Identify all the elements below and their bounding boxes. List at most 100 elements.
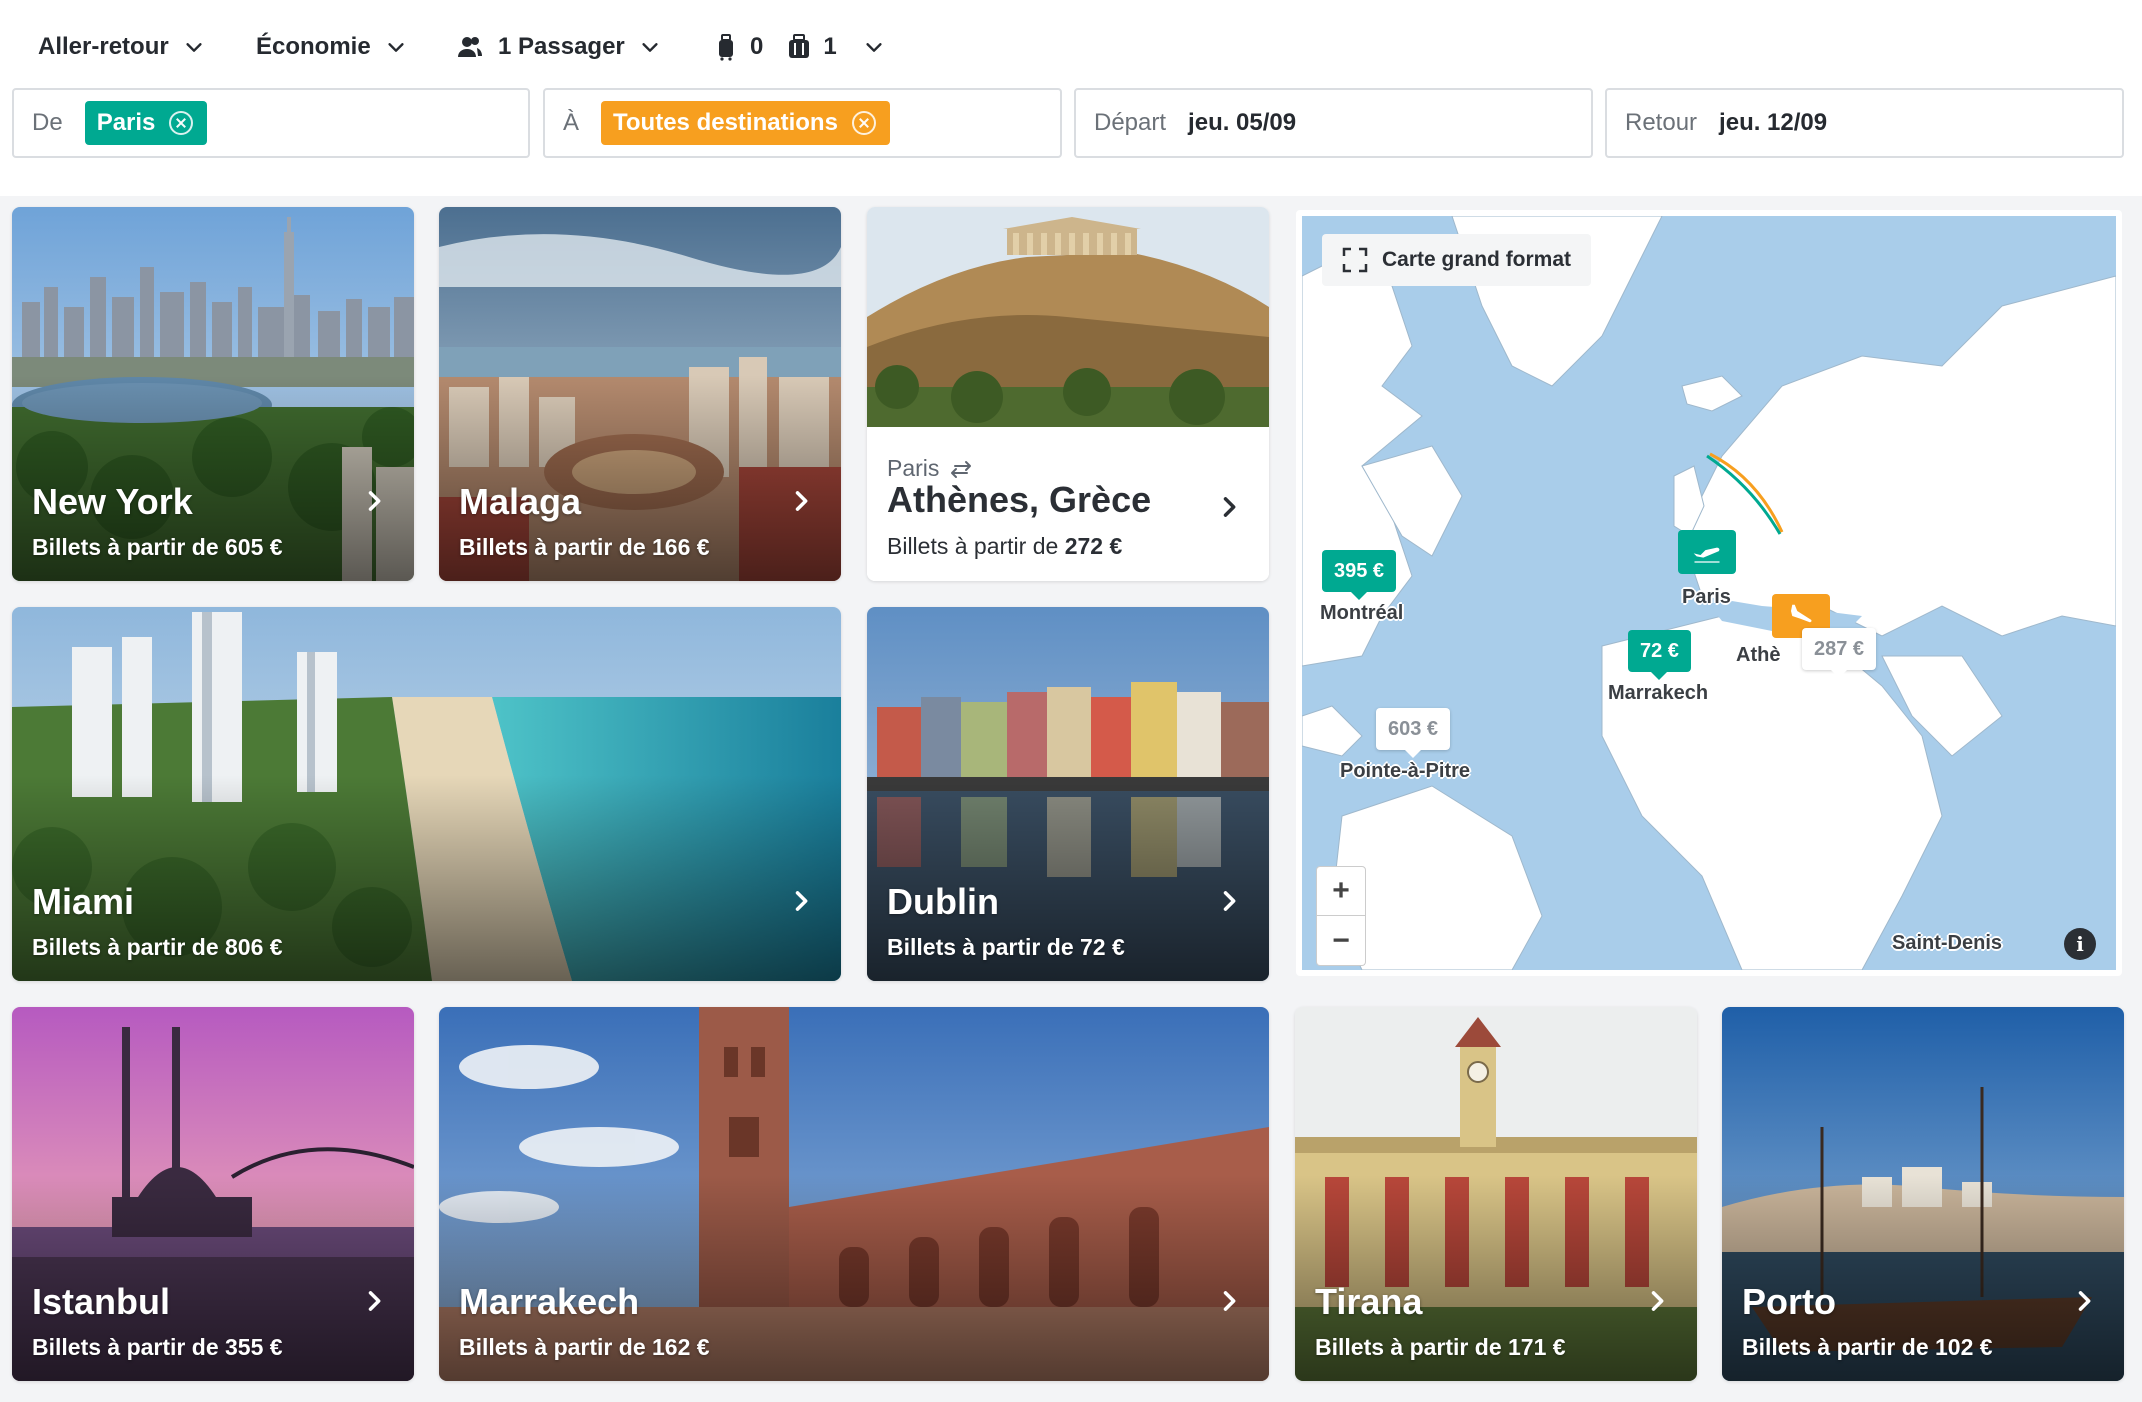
price-value: 162 € (652, 1334, 710, 1360)
baggage-dropdown[interactable]: 0 1 (712, 24, 885, 70)
map-pin-marrakech[interactable]: 72 € (1628, 630, 1691, 672)
cabin-bag-count: 0 (750, 33, 764, 60)
price-prefix: Billets à partir de (32, 1334, 219, 1360)
checked-bag-icon (789, 34, 810, 58)
trip-type-label: Aller-retour (38, 33, 169, 60)
price-prefix: Billets à partir de (32, 534, 219, 560)
price-value: 72 € (1080, 934, 1125, 960)
price-prefix: Billets à partir de (1315, 1334, 1502, 1360)
map-pin-athens[interactable]: 287 € (1802, 628, 1877, 670)
expand-icon (1342, 247, 1368, 273)
price-prefix: Billets à partir de (887, 934, 1074, 960)
destination-chip[interactable]: Toutes destinations (601, 101, 890, 145)
price-prefix: Billets à partir de (887, 533, 1059, 559)
card-price: Billets à partir de 72 € (887, 934, 1125, 961)
chevron-right-icon (1223, 1291, 1236, 1311)
pin-price: 603 € (1388, 717, 1439, 740)
return-label: Retour (1625, 109, 1698, 136)
chevron-down-icon (388, 43, 404, 52)
athens-photo (867, 207, 1269, 427)
destination-card-athens[interactable]: Paris Athènes, Grèce Billets à partir de… (867, 207, 1269, 581)
swap-arrows-icon (951, 460, 972, 478)
remove-destination-icon[interactable] (851, 111, 876, 135)
card-city: Tirana (1315, 1281, 1423, 1322)
remove-origin-icon[interactable] (169, 111, 194, 135)
cabin-bag-icon (719, 34, 733, 61)
map-departure-airport[interactable] (1678, 530, 1736, 574)
cabin-class-label: Économie (256, 33, 371, 60)
price-value: 272 € (1064, 533, 1123, 559)
chevron-right-icon (1223, 891, 1236, 911)
chevron-right-icon (795, 891, 808, 911)
origin-chip[interactable]: Paris (84, 101, 208, 145)
destination-card-porto[interactable]: Porto Billets à partir de 102 € (1722, 1007, 2124, 1381)
card-city: Malaga (459, 481, 582, 522)
chevron-down-icon (186, 43, 202, 52)
zoom-in-button[interactable]: + (1316, 866, 1366, 916)
fullscreen-map-button[interactable]: Carte grand format (1322, 234, 1592, 286)
price-value: 605 € (225, 534, 283, 560)
chevron-right-icon (368, 1291, 381, 1311)
departure-date-field[interactable]: Départ jeu. 05/09 (1074, 88, 1593, 158)
info-icon: i (2076, 932, 2084, 956)
pin-price: 72 € (1640, 639, 1679, 662)
destinations-map[interactable]: Carte grand format 395 € Montréal Paris … (1296, 210, 2122, 976)
passengers-label: 1 Passager (498, 33, 625, 60)
chevron-right-icon (2078, 1291, 2091, 1311)
card-origin: Paris (887, 455, 973, 482)
card-city: New York (32, 481, 193, 522)
card-price: Billets à partir de 162 € (459, 1334, 710, 1361)
price-value: 171 € (1508, 1334, 1566, 1360)
map-pin-montreal[interactable]: 395 € (1322, 550, 1397, 592)
card-price: Billets à partir de 605 € (32, 534, 283, 561)
map-label-montreal: Montréal (1320, 602, 1404, 624)
destination-card-miami[interactable]: Miami Billets à partir de 806 € (12, 607, 841, 981)
map-info-button[interactable]: i (2064, 928, 2096, 960)
plane-takeoff-icon (1693, 547, 1720, 563)
card-price: Billets à partir de 806 € (32, 934, 283, 961)
chevron-down-icon (642, 43, 658, 52)
price-value: 166 € (652, 534, 710, 560)
trip-type-dropdown[interactable]: Aller-retour (38, 24, 205, 70)
return-date-field[interactable]: Retour jeu. 12/09 (1605, 88, 2124, 158)
plane-landing-icon (1788, 604, 1814, 626)
price-value: 102 € (1935, 1334, 1993, 1360)
destination-card-dublin[interactable]: Dublin Billets à partir de 72 € (867, 607, 1269, 981)
destination-card-new-york[interactable]: New York Billets à partir de 605 € (12, 207, 414, 581)
origin-city: Paris (887, 455, 940, 481)
map-label-athens: Athè (1736, 644, 1781, 666)
map-pin-pointe-a-pitre[interactable]: 603 € (1376, 708, 1451, 750)
destination-label: À (563, 109, 580, 136)
destination-field[interactable]: À Toutes destinations (543, 88, 1062, 158)
destination-card-marrakech[interactable]: Marrakech Billets à partir de 162 € (439, 1007, 1269, 1381)
zoom-in-label: + (1332, 874, 1350, 907)
price-prefix: Billets à partir de (32, 934, 219, 960)
destination-card-tirana[interactable]: Tirana Billets à partir de 171 € (1295, 1007, 1697, 1381)
passengers-dropdown[interactable]: 1 Passager (456, 24, 661, 70)
price-prefix: Billets à partir de (459, 1334, 646, 1360)
card-price: Billets à partir de 272 € (887, 533, 1122, 560)
checked-bag-count: 1 (823, 33, 837, 60)
map-label-saint-denis: Saint-Denis (1892, 932, 2003, 954)
destination-card-istanbul[interactable]: Istanbul Billets à partir de 355 € (12, 1007, 414, 1381)
origin-field[interactable]: De Paris (12, 88, 530, 158)
zoom-out-button[interactable]: − (1316, 916, 1366, 966)
destination-card-malaga[interactable]: Malaga Billets à partir de 166 € (439, 207, 841, 581)
chevron-right-icon (1223, 497, 1236, 517)
card-body: Paris Athènes, Grèce Billets à partir de… (867, 427, 1269, 581)
map-label-marrakech: Marrakech (1608, 682, 1709, 704)
origin-label: De (32, 109, 63, 136)
chevron-right-icon (795, 491, 808, 511)
card-city: Miami (32, 881, 135, 922)
departure-value: jeu. 05/09 (1188, 109, 1297, 136)
price-prefix: Billets à partir de (459, 534, 646, 560)
chevron-right-icon (1651, 1291, 1664, 1311)
card-price: Billets à partir de 166 € (459, 534, 710, 561)
fullscreen-map-label: Carte grand format (1382, 248, 1572, 271)
card-city: Istanbul (32, 1281, 171, 1322)
origin-chip-label: Paris (96, 109, 156, 136)
cabin-class-dropdown[interactable]: Économie (256, 24, 407, 70)
card-city: Dublin (887, 881, 999, 922)
departure-label: Départ (1094, 109, 1167, 136)
pin-price: 287 € (1814, 637, 1865, 660)
